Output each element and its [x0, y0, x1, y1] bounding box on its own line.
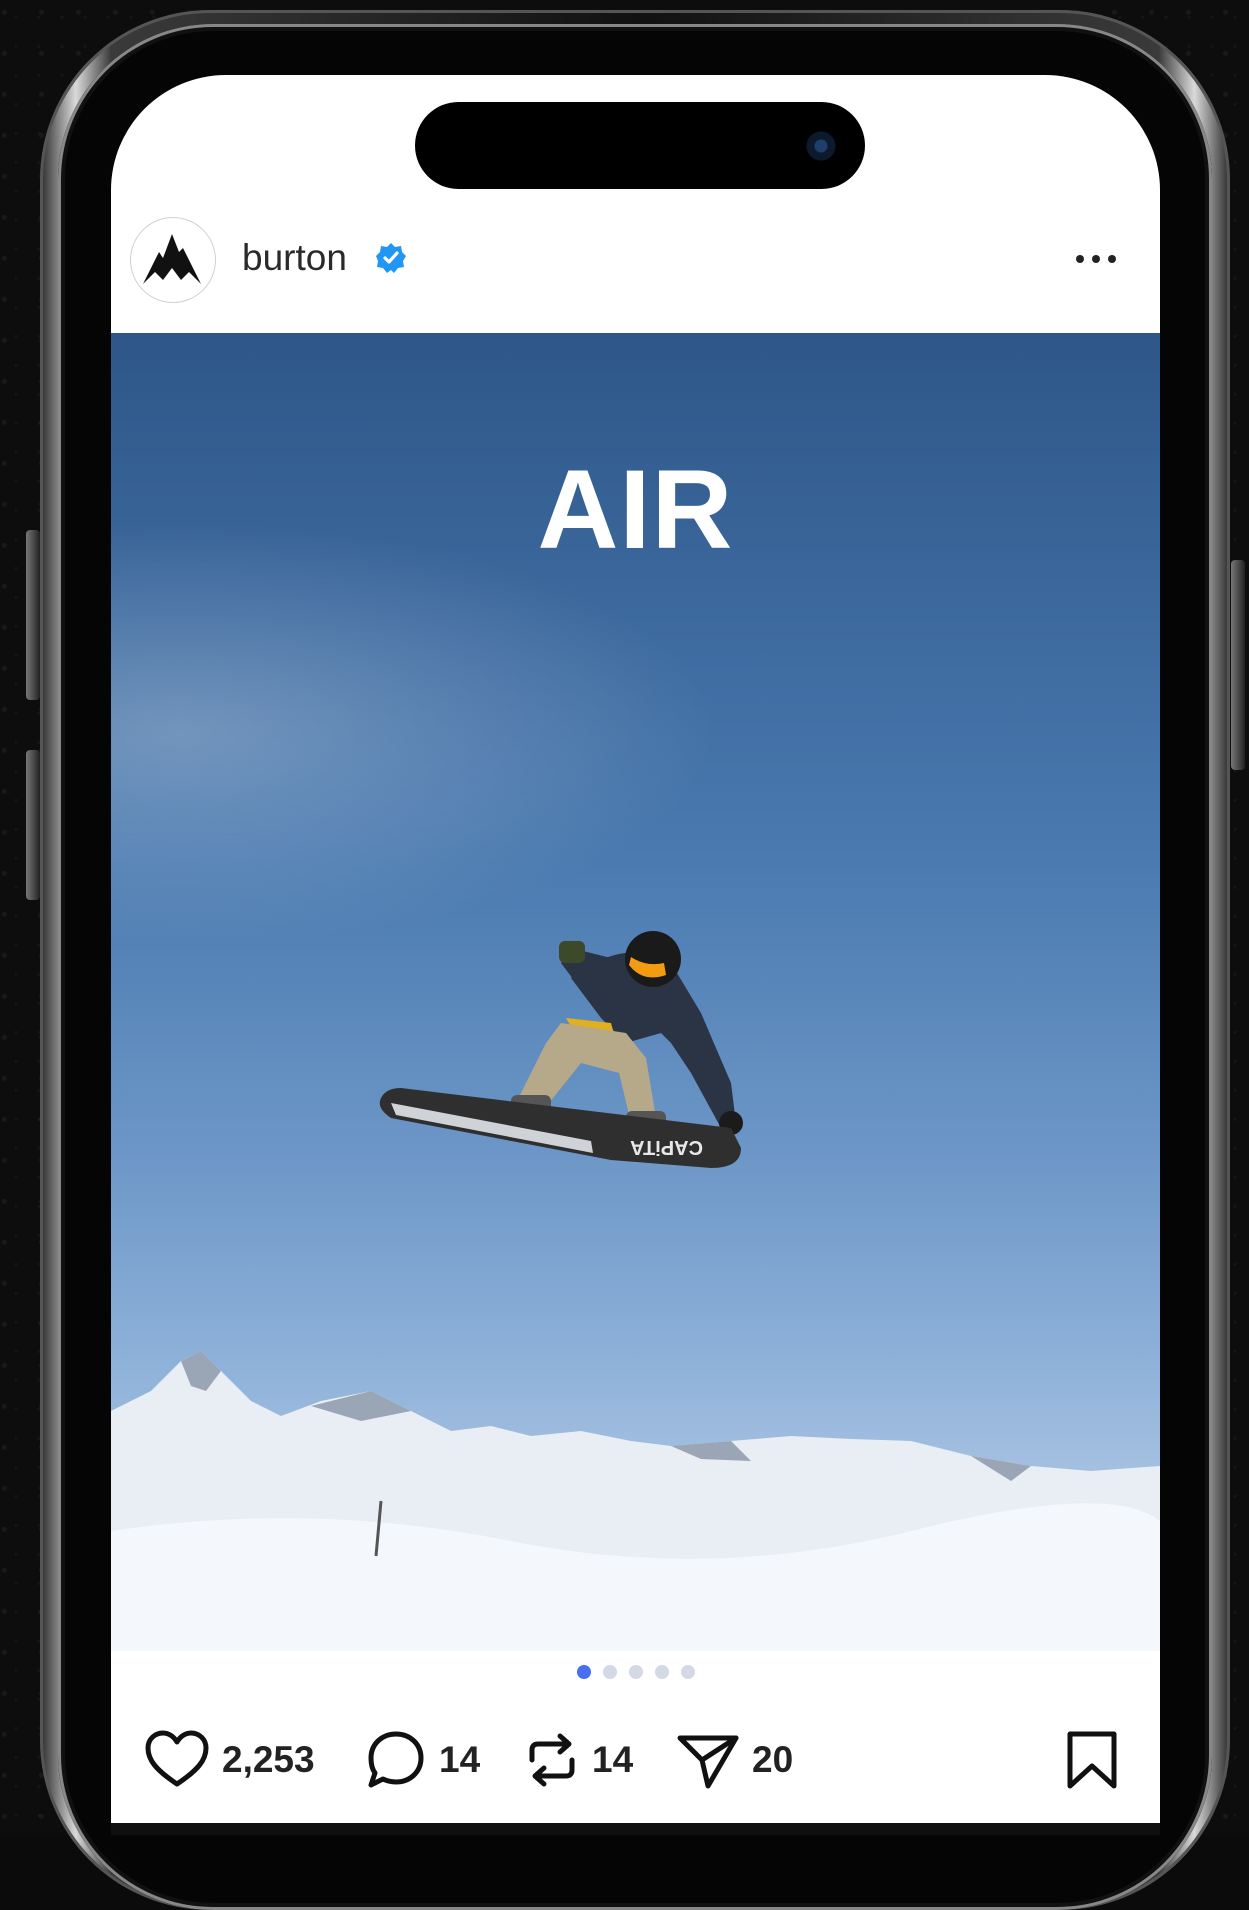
power-button — [1231, 560, 1245, 770]
share-button[interactable]: 20 — [676, 1725, 793, 1795]
screen-bottom-edge — [111, 1823, 1160, 1835]
burton-mountain-logo-icon — [143, 234, 201, 284]
volume-up-button — [26, 530, 40, 700]
carousel-dot-1[interactable] — [576, 1665, 591, 1679]
dynamic-island — [415, 102, 865, 189]
verified-badge-icon — [376, 243, 406, 273]
phone-screen: burton AIR CAPiTA 2,253 14 14 20 — [111, 75, 1160, 1835]
post-image[interactable]: AIR CAPiTA — [111, 333, 1160, 1651]
paper-plane-icon — [677, 1735, 739, 1789]
like-count: 2,253 — [222, 1739, 315, 1780]
snowy-mountains — [111, 1351, 1160, 1651]
heart-icon — [145, 1730, 209, 1787]
board-brand: CAPiTA — [630, 1136, 703, 1158]
like-button[interactable]: 2,253 — [144, 1725, 315, 1795]
carousel-dot-3[interactable] — [628, 1665, 643, 1679]
snowboarder: CAPiTA — [379, 931, 743, 1168]
comment-bubble-icon — [368, 1731, 424, 1788]
avatar[interactable] — [130, 217, 216, 303]
carousel-indicator — [111, 1665, 1160, 1679]
repost-count: 14 — [592, 1739, 634, 1780]
repost-icon — [529, 1733, 575, 1787]
volume-down-button — [26, 750, 40, 900]
share-count: 20 — [752, 1739, 794, 1780]
action-bar: 2,253 14 14 20 — [111, 1725, 1160, 1805]
carousel-dot-5[interactable] — [680, 1665, 695, 1679]
bookmark-icon — [1067, 1731, 1117, 1789]
camera-icon — [805, 130, 837, 162]
username[interactable]: burton — [242, 237, 347, 279]
image-title: AIR — [537, 447, 734, 572]
comment-count: 14 — [439, 1739, 481, 1780]
carousel-dot-2[interactable] — [602, 1665, 617, 1679]
repost-button[interactable]: 14 — [524, 1725, 633, 1795]
comment-button[interactable]: 14 — [365, 1725, 480, 1795]
more-options-icon[interactable] — [1076, 249, 1126, 269]
save-button[interactable] — [1066, 1725, 1118, 1795]
post-header: burton — [111, 215, 1160, 335]
carousel-dot-4[interactable] — [654, 1665, 669, 1679]
